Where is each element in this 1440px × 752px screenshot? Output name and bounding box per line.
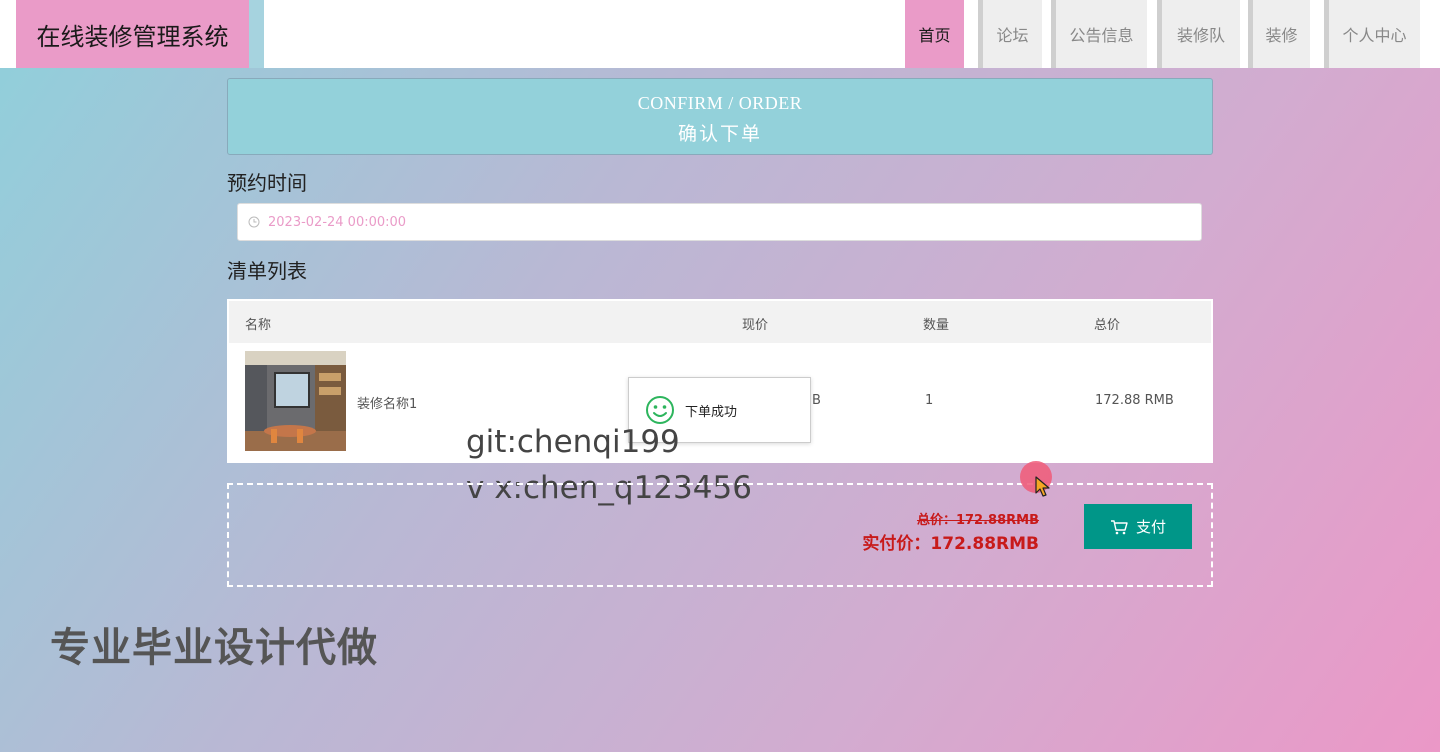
- clock-icon: [248, 216, 260, 228]
- toast-message: 下单成功: [685, 404, 738, 420]
- appointment-label: 预约时间: [227, 171, 307, 195]
- item-name: 装修名称1: [357, 397, 418, 412]
- final-total: 实付价：172.88RMB: [862, 534, 1039, 554]
- column-name: 名称: [245, 318, 272, 333]
- column-quantity: 数量: [923, 318, 950, 333]
- logo[interactable]: 在线装修管理系统: [16, 0, 249, 68]
- nav-forum-label: 论坛: [996, 26, 1029, 45]
- cart-icon: [1110, 519, 1128, 534]
- watermark-git: git:chenqi199: [466, 424, 680, 460]
- item-total: 172.88 RMB: [1095, 393, 1174, 408]
- nav-announcements-label: 公告信息: [1069, 26, 1134, 45]
- page-title-banner: CONFIRM / ORDER 确认下单: [227, 78, 1213, 155]
- table-header: 名称 现价 数量 总价: [229, 301, 1211, 343]
- column-total: 总价: [1094, 318, 1121, 333]
- nav-forum[interactable]: 论坛: [978, 0, 1042, 68]
- pay-button[interactable]: 支付: [1084, 504, 1192, 549]
- item-price: B: [812, 393, 821, 408]
- page-title-cn: 确认下单: [677, 124, 762, 145]
- item-thumbnail[interactable]: [245, 351, 346, 451]
- nav-home[interactable]: 首页: [905, 0, 964, 68]
- page-title-en: CONFIRM / ORDER: [637, 93, 803, 113]
- smile-icon: [646, 396, 674, 424]
- nav-renovation-team[interactable]: 装修队: [1157, 0, 1240, 68]
- header-divider: [249, 0, 264, 68]
- appointment-datetime-input[interactable]: 2023-02-24 00:00:00: [237, 203, 1202, 241]
- watermark-promo: 专业毕业设计代做: [50, 625, 378, 671]
- nav-announcements[interactable]: 公告信息: [1051, 0, 1147, 68]
- nav-home-label: 首页: [918, 26, 951, 45]
- top-header: 在线装修管理系统 首页 论坛 公告信息 装修队 装修 个人中心: [0, 0, 1440, 68]
- nav-renovation[interactable]: 装修: [1248, 0, 1310, 68]
- nav-renovation-label: 装修: [1265, 26, 1298, 45]
- mouse-pointer-icon: [1035, 476, 1050, 497]
- appointment-datetime-value: 2023-02-24 00:00:00: [268, 214, 407, 230]
- pay-button-label: 支付: [1135, 518, 1166, 536]
- list-label: 清单列表: [227, 259, 307, 283]
- nav-personal-center-label: 个人中心: [1342, 26, 1407, 45]
- item-quantity: 1: [925, 393, 934, 408]
- order-summary: 总价：172.88RMB 实付价：172.88RMB 支付: [227, 483, 1213, 587]
- logo-text: 在线装修管理系统: [36, 22, 229, 51]
- nav-personal-center[interactable]: 个人中心: [1324, 0, 1420, 68]
- column-price: 现价: [742, 318, 769, 333]
- original-total: 总价：172.88RMB: [916, 513, 1039, 528]
- nav-renovation-team-label: 装修队: [1176, 26, 1225, 45]
